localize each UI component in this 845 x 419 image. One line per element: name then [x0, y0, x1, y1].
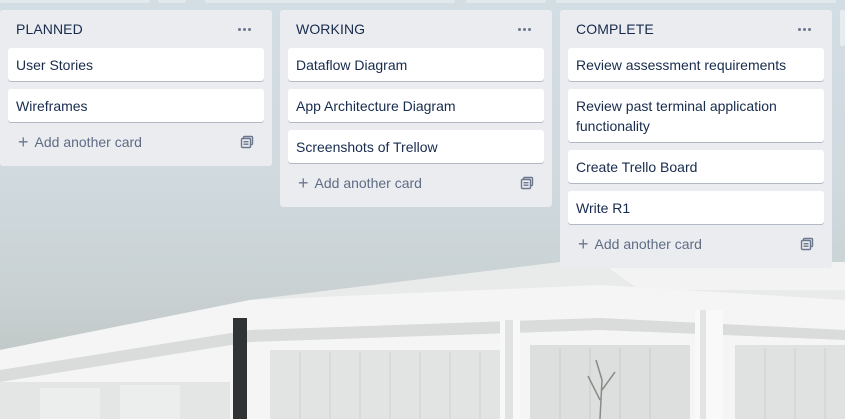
list-title[interactable]: COMPLETE: [576, 21, 654, 37]
add-card-button[interactable]: + Add another card: [298, 174, 422, 192]
board-canvas: PLANNED User Stories Wireframes + Add an…: [0, 0, 845, 419]
list-menu-button[interactable]: [512, 17, 536, 41]
card[interactable]: Review assessment requirements: [568, 48, 824, 81]
more-horizontal-icon: [237, 27, 251, 31]
card-template-icon[interactable]: [236, 131, 258, 153]
add-card-label: Add another card: [314, 175, 422, 191]
more-horizontal-icon: [517, 27, 531, 31]
card[interactable]: Write R1: [568, 191, 824, 224]
next-list-edge[interactable]: [840, 10, 845, 46]
card-composer: + Add another card: [288, 167, 544, 199]
list-menu-button[interactable]: [792, 17, 816, 41]
plus-icon: +: [298, 173, 309, 193]
card-list: Dataflow Diagram App Architecture Diagra…: [288, 48, 544, 163]
card[interactable]: Dataflow Diagram: [288, 48, 544, 81]
list-complete: COMPLETE Review assessment requirements …: [560, 10, 832, 268]
more-horizontal-icon: [797, 27, 811, 31]
add-card-button[interactable]: + Add another card: [18, 133, 142, 151]
list-header: PLANNED: [8, 10, 264, 48]
card-template-icon[interactable]: [516, 172, 538, 194]
list-title[interactable]: WORKING: [296, 21, 365, 37]
list-title[interactable]: PLANNED: [16, 21, 83, 37]
card-composer: + Add another card: [8, 126, 264, 158]
list-header: COMPLETE: [568, 10, 824, 48]
list-menu-button[interactable]: [232, 17, 256, 41]
list-planned: PLANNED User Stories Wireframes + Add an…: [0, 10, 272, 166]
card-list: Review assessment requirements Review pa…: [568, 48, 824, 224]
add-card-button[interactable]: + Add another card: [578, 235, 702, 253]
card-composer: + Add another card: [568, 228, 824, 260]
card[interactable]: Review past terminal application functio…: [568, 89, 824, 142]
card[interactable]: Wireframes: [8, 89, 264, 122]
plus-icon: +: [18, 132, 29, 152]
card[interactable]: Screenshots of Trellow: [288, 130, 544, 163]
card[interactable]: Create Trello Board: [568, 150, 824, 183]
card[interactable]: App Architecture Diagram: [288, 89, 544, 122]
plus-icon: +: [578, 234, 589, 254]
card-list: User Stories Wireframes: [8, 48, 264, 122]
list-header: WORKING: [288, 10, 544, 48]
board-header-edge: [0, 0, 845, 4]
card[interactable]: User Stories: [8, 48, 264, 81]
add-card-label: Add another card: [594, 236, 702, 252]
add-card-label: Add another card: [34, 134, 142, 150]
list-working: WORKING Dataflow Diagram App Architectur…: [280, 10, 552, 207]
card-template-icon[interactable]: [796, 233, 818, 255]
